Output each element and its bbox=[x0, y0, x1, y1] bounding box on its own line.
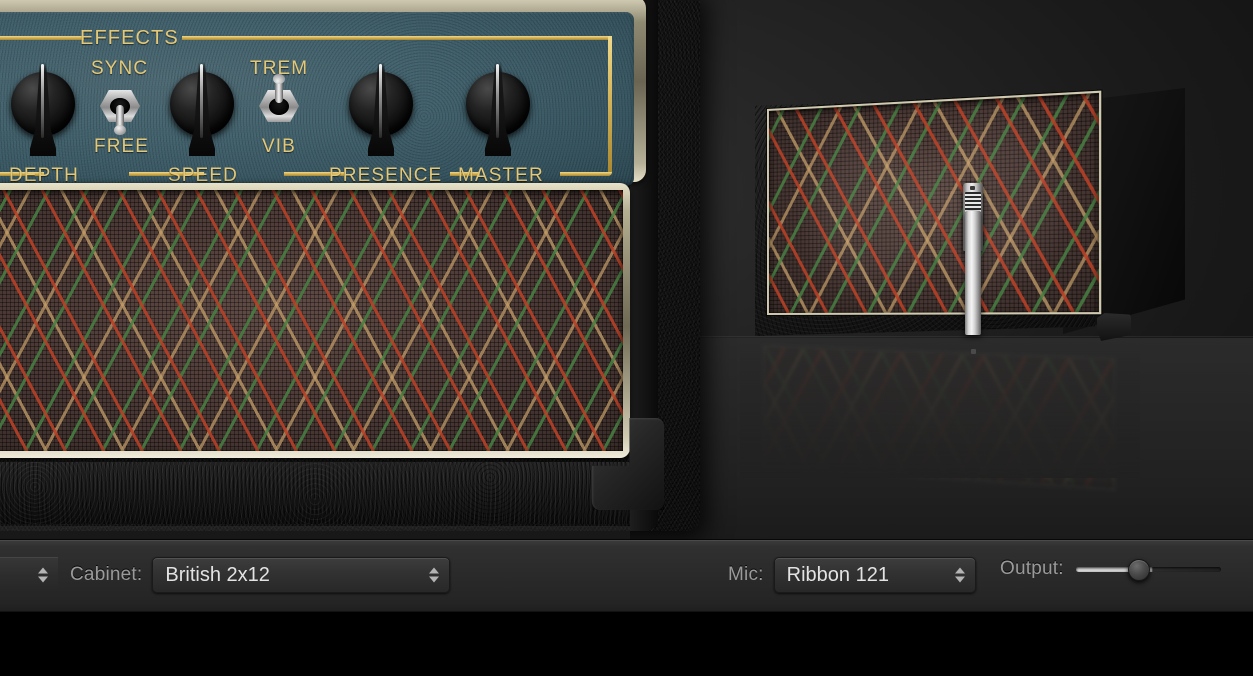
control-panel: EFFECTS ON OFF SYNC FREE TREM VIB DEPTH … bbox=[0, 12, 634, 186]
cabinet-controls-group: Cabinet: British 2x12 bbox=[0, 557, 450, 593]
amp-head[interactable]: EFFECTS ON OFF SYNC FREE TREM VIB DEPTH … bbox=[0, 0, 700, 541]
sync-switch-free-label: FREE bbox=[94, 136, 149, 158]
cabinet-popup-menu[interactable]: British 2x12 bbox=[152, 557, 450, 593]
cabinet-grille-cloth bbox=[767, 91, 1101, 315]
amp-base-tolex bbox=[0, 462, 630, 524]
speed-knob[interactable] bbox=[161, 60, 243, 160]
control-panel-bezel: EFFECTS ON OFF SYNC FREE TREM VIB DEPTH … bbox=[0, 0, 646, 182]
output-label: Output: bbox=[1000, 558, 1064, 580]
stepper-arrows-icon[interactable] bbox=[429, 568, 439, 583]
cabinet-value: British 2x12 bbox=[165, 564, 270, 587]
mic-value: Ribbon 121 bbox=[787, 564, 889, 587]
sync-toggle-switch[interactable] bbox=[97, 78, 143, 130]
knob-highlight bbox=[41, 64, 44, 138]
knob-highlight bbox=[379, 64, 382, 138]
pinstripe-right bbox=[608, 36, 612, 176]
amp-designer-window: EFFECTS ON OFF SYNC FREE TREM VIB DEPTH … bbox=[0, 0, 1253, 676]
knob-highlight bbox=[496, 64, 499, 138]
stepper-arrows-icon[interactable] bbox=[955, 568, 965, 583]
stepper-arrows-icon[interactable] bbox=[38, 568, 48, 583]
amp-grille-cloth bbox=[0, 190, 623, 451]
speaker-cone-ghost-right bbox=[914, 99, 1070, 292]
mic-popup-menu[interactable]: Ribbon 121 bbox=[774, 557, 976, 593]
mic-label: Mic: bbox=[728, 564, 764, 586]
output-slider-thumb[interactable] bbox=[1128, 559, 1150, 581]
effects-section-label: EFFECTS bbox=[80, 27, 179, 50]
trem-switch-vib-label: VIB bbox=[262, 136, 296, 158]
toggle-tip bbox=[114, 125, 126, 135]
mic-bottom-dot-icon bbox=[971, 349, 976, 354]
speaker-cone-ghost-left bbox=[800, 114, 948, 301]
output-controls-group: Output: bbox=[1000, 557, 1221, 581]
trem-vib-toggle-switch[interactable] bbox=[256, 78, 302, 130]
window-bottom-fill bbox=[0, 612, 1253, 676]
mic-controls-group: Mic: Ribbon 121 bbox=[728, 557, 976, 593]
speaker-cabinet[interactable] bbox=[745, 88, 1190, 348]
presence-knob[interactable] bbox=[340, 60, 422, 160]
amp-model-popup[interactable] bbox=[0, 557, 58, 593]
amp-grille-frame bbox=[0, 183, 630, 458]
output-slider[interactable] bbox=[1076, 557, 1221, 581]
pinstripe-top-right bbox=[182, 36, 612, 40]
pinstripe-bottom-e bbox=[560, 172, 612, 176]
mic-body bbox=[965, 211, 981, 335]
bottom-toolbar: Cabinet: British 2x12 Mic: Ribbon 121 Ou… bbox=[0, 540, 1253, 612]
ribbon-mic[interactable] bbox=[963, 183, 983, 335]
depth-knob[interactable] bbox=[2, 60, 84, 160]
knob-highlight bbox=[200, 64, 203, 138]
cabinet-label: Cabinet: bbox=[70, 564, 142, 586]
toggle-tip bbox=[273, 74, 285, 84]
mic-top-dot-icon bbox=[970, 186, 975, 190]
sync-switch-sync-label: SYNC bbox=[91, 58, 148, 80]
cabinet-foot bbox=[1097, 313, 1131, 341]
master-knob[interactable] bbox=[457, 60, 539, 160]
pinstripe-top-left bbox=[0, 36, 84, 40]
